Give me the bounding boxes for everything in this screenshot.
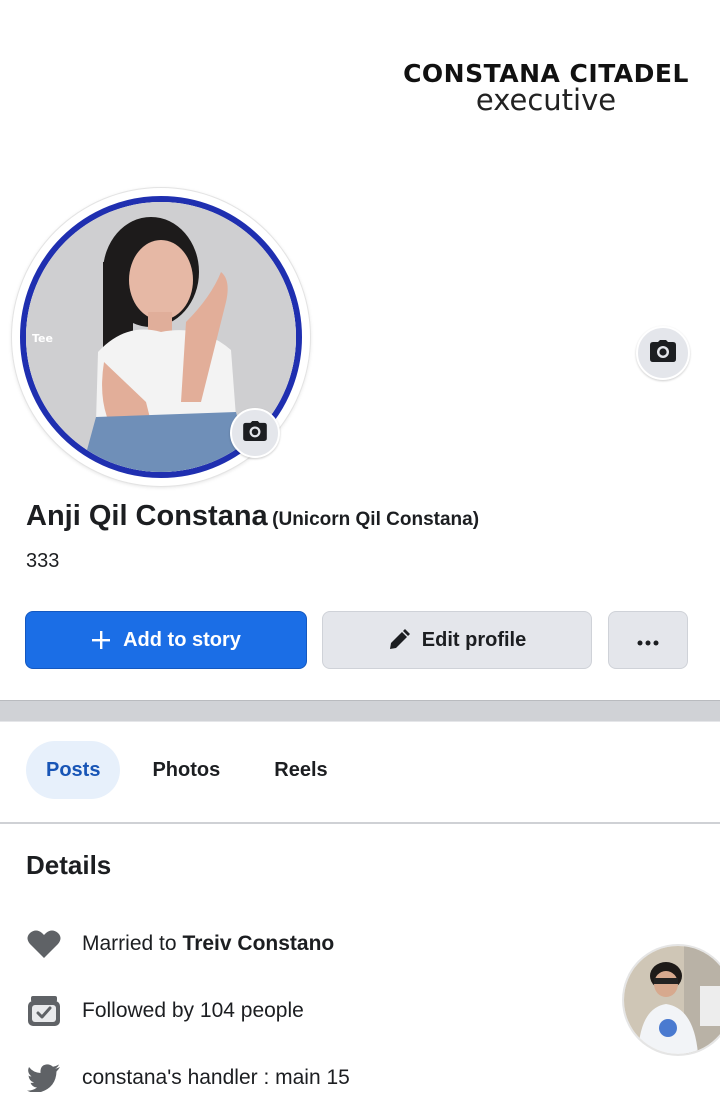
heart-icon <box>26 926 62 962</box>
more-dots-icon <box>637 629 659 652</box>
tab-posts[interactable]: Posts <box>26 741 121 799</box>
married-prefix: Married to <box>82 932 177 955</box>
detail-handle: constana's handler : main 15 <box>26 1060 350 1096</box>
camera-icon <box>243 420 267 446</box>
edit-profile-button[interactable]: Edit profile <box>322 611 592 669</box>
add-to-story-label: Add to story <box>123 628 241 651</box>
spouse-photo <box>624 946 720 1054</box>
details-heading: Details <box>26 850 112 880</box>
tab-photos[interactable]: Photos <box>132 741 240 799</box>
section-divider <box>0 700 720 722</box>
tabs-divider <box>0 822 720 824</box>
edit-profile-label: Edit profile <box>421 628 527 651</box>
profile-name-row: Anji Qil Constana (Unicorn Qil Constana) <box>26 500 479 533</box>
brand-logo: CONSTANA CITADEL executive <box>386 60 706 117</box>
profile-alternate-name: (Unicorn Qil Constana) <box>272 509 480 530</box>
pencil-icon <box>388 629 410 651</box>
friends-count[interactable]: 333 <box>26 550 59 573</box>
spouse-name-link[interactable]: Treiv Constano <box>183 932 335 956</box>
detail-relationship: Married to Treiv Constano <box>26 926 334 962</box>
brand-subtitle: executive <box>475 83 617 117</box>
svg-text:Tee: Tee <box>32 332 53 345</box>
followers-text[interactable]: Followed by 104 people <box>82 999 304 1023</box>
camera-icon <box>650 339 676 367</box>
spouse-avatar[interactable] <box>624 946 720 1054</box>
profile-name: Anji Qil Constana <box>26 500 268 532</box>
add-to-story-button[interactable]: Add to story <box>25 611 307 669</box>
profile-tabs: Posts Photos Reels <box>26 740 348 800</box>
tab-reels[interactable]: Reels <box>254 741 347 799</box>
handle-text: constana's handler : main 15 <box>82 1066 350 1089</box>
edit-cover-photo-button[interactable] <box>636 326 690 380</box>
followers-icon <box>26 993 62 1029</box>
more-options-button[interactable] <box>608 611 688 669</box>
edit-profile-photo-button[interactable] <box>230 408 280 458</box>
twitter-bird-icon <box>26 1060 62 1096</box>
plus-icon <box>91 630 111 650</box>
detail-followers: Followed by 104 people <box>26 993 304 1029</box>
